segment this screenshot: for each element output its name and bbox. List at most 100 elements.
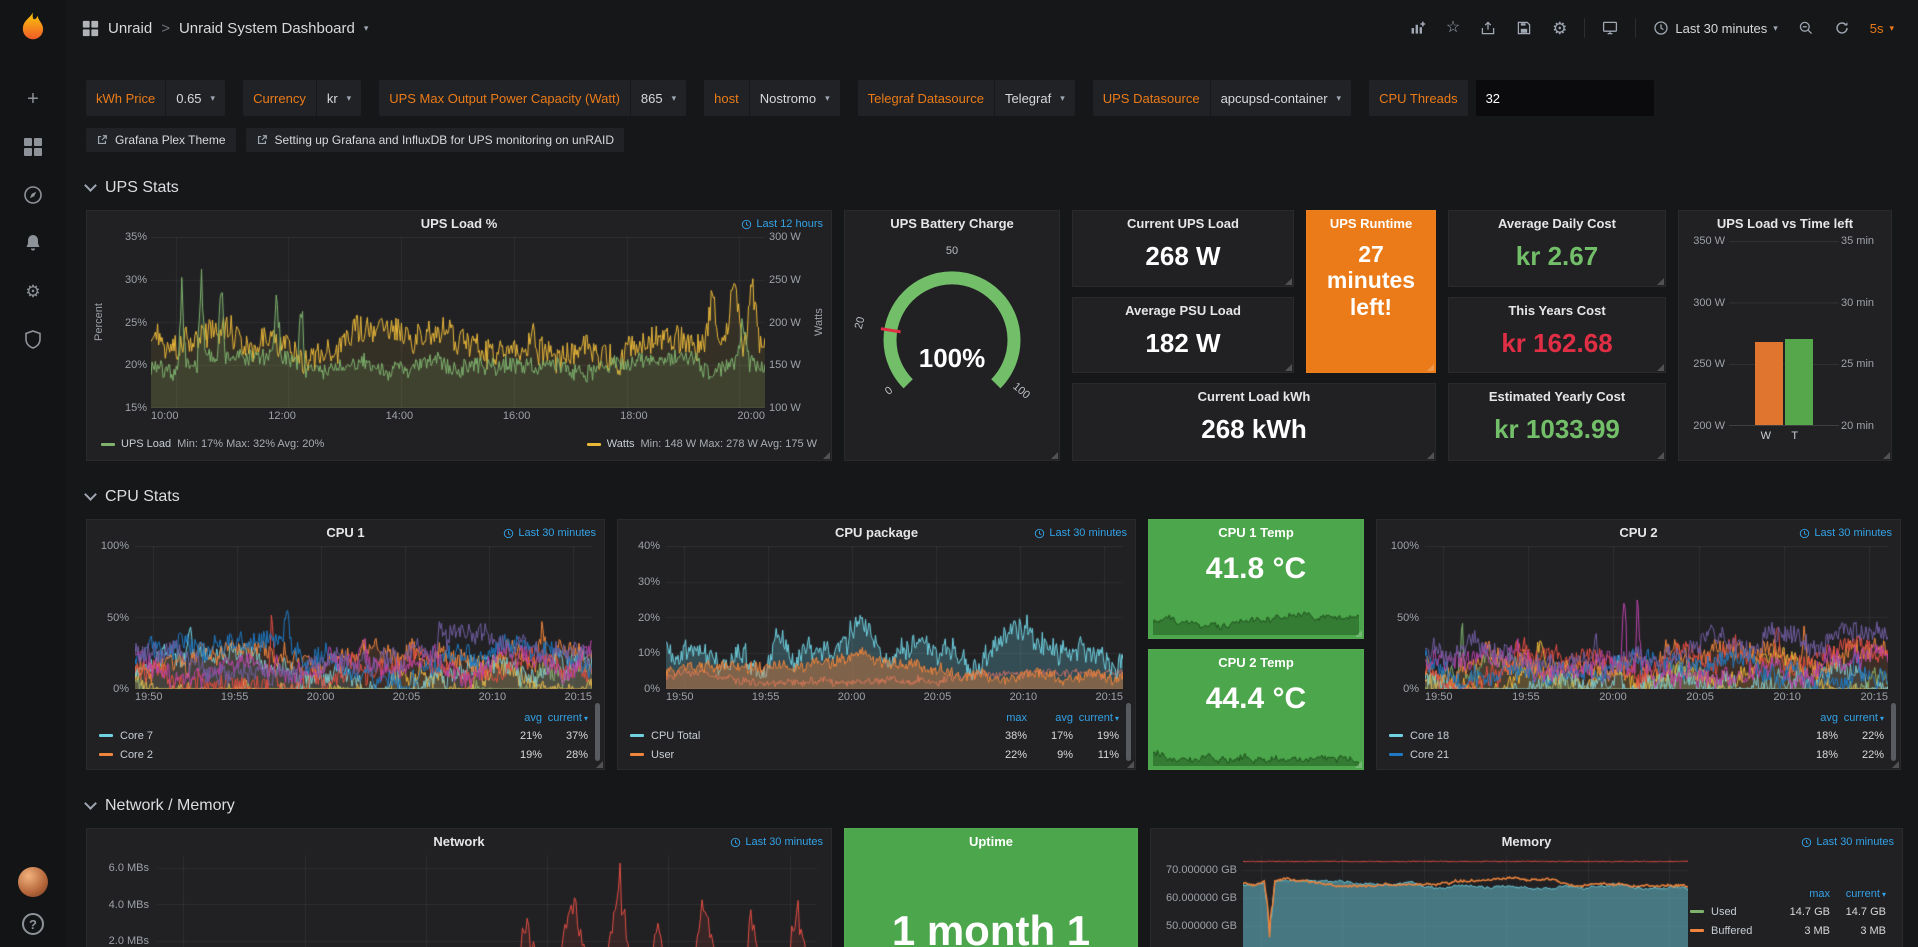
legend-item[interactable]: User22%9%11% — [630, 745, 1119, 764]
legend-scrollbar[interactable] — [1891, 703, 1896, 761]
star-button[interactable]: ☆ — [1438, 14, 1468, 42]
cpu-package-chart[interactable] — [666, 546, 1123, 689]
dashboards-icon[interactable] — [11, 123, 55, 171]
time-range-badge[interactable]: Last 30 minutes — [1030, 527, 1127, 539]
variable-cpu-threads[interactable]: CPU Threads — [1369, 80, 1654, 116]
legend-sort-current[interactable]: current▾ — [542, 712, 588, 724]
chevron-down-icon[interactable]: ▾ — [364, 23, 369, 34]
variable-telegraf-datasource[interactable]: Telegraf DatasourceTelegraf▾ — [858, 80, 1075, 116]
panel-title[interactable]: UPS Runtime — [1307, 211, 1435, 237]
resize-handle[interactable] — [1883, 452, 1890, 459]
panel-title[interactable]: This Years Cost — [1449, 298, 1665, 324]
time-range-badge[interactable]: Last 12 hours — [737, 218, 823, 230]
panel-title[interactable]: Average PSU Load — [1073, 298, 1293, 324]
panel-title[interactable]: CPU 2 Temp — [1149, 650, 1363, 676]
legend-item[interactable]: Used14.7 GB14.7 GB — [1690, 902, 1886, 921]
time-range-badge[interactable]: Last 30 minutes — [1797, 836, 1894, 848]
dashboard-link-grafana-plex-theme[interactable]: Grafana Plex Theme — [86, 128, 236, 152]
time-picker-button[interactable]: Last 30 minutes ▾ — [1645, 14, 1785, 42]
legend-sort-avg[interactable]: avg — [1027, 712, 1073, 724]
zoom-out-button[interactable] — [1790, 14, 1822, 42]
configuration-gear-icon[interactable]: ⚙ — [11, 267, 55, 315]
panel-title[interactable]: UPS Battery Charge — [845, 211, 1059, 237]
legend-sort-avg[interactable]: avg — [496, 712, 542, 724]
resize-handle[interactable] — [1657, 278, 1664, 285]
panel-title[interactable]: Network — [87, 829, 831, 855]
dashboard-settings-button[interactable]: ⚙ — [1544, 14, 1575, 43]
legend-item[interactable]: WattsMin: 148 W Max: 278 W Avg: 175 W — [587, 438, 817, 450]
resize-handle[interactable] — [1285, 364, 1292, 371]
breadcrumb-app[interactable]: Unraid — [108, 20, 152, 37]
variable-value[interactable]: 0.65▾ — [165, 80, 225, 116]
resize-handle[interactable] — [823, 452, 830, 459]
panel-title[interactable]: Estimated Yearly Cost — [1449, 384, 1665, 410]
resize-handle[interactable] — [1051, 452, 1058, 459]
panel-title[interactable]: Current UPS Load — [1073, 211, 1293, 237]
legend-item[interactable]: CPU Total38%17%19% — [630, 726, 1119, 745]
add-icon[interactable]: + — [11, 75, 55, 123]
breadcrumb-dashboard-title[interactable]: Unraid System Dashboard — [179, 20, 355, 37]
resize-handle[interactable] — [1892, 761, 1899, 768]
network-chart[interactable] — [157, 855, 817, 947]
cycle-view-mode-button[interactable] — [1594, 14, 1626, 42]
legend-scrollbar[interactable] — [1126, 703, 1131, 761]
time-range-badge[interactable]: Last 30 minutes — [1795, 527, 1892, 539]
alerting-bell-icon[interactable] — [11, 219, 55, 267]
resize-handle[interactable] — [1355, 630, 1362, 637]
panel-title[interactable]: Memory — [1151, 829, 1902, 855]
legend-sort-avg[interactable]: avg — [1792, 712, 1838, 724]
cpu2-chart[interactable] — [1425, 546, 1888, 689]
variable-kwh-price[interactable]: kWh Price0.65▾ — [86, 80, 225, 116]
bar-chart[interactable] — [1729, 241, 1839, 426]
legend-item[interactable]: Core 1818%22% — [1389, 726, 1884, 745]
variable-value[interactable]: Telegraf▾ — [994, 80, 1075, 116]
legend-item[interactable]: Buffered3 MB3 MB — [1690, 921, 1886, 940]
legend-item[interactable]: Core 721%37% — [99, 726, 588, 745]
variable-currency[interactable]: Currencykr▾ — [243, 80, 361, 116]
dashboard-link-ups-monitoring-guide[interactable]: Setting up Grafana and InfluxDB for UPS … — [246, 128, 625, 152]
legend-sort-max[interactable]: max — [1774, 888, 1830, 900]
legend-sort-max[interactable]: max — [981, 712, 1027, 724]
variable-host[interactable]: hostNostromo▾ — [704, 80, 839, 116]
user-avatar[interactable] — [18, 867, 48, 897]
save-button[interactable] — [1508, 14, 1540, 42]
cpu1-chart[interactable] — [135, 546, 592, 689]
time-range-badge[interactable]: Last 30 minutes — [499, 527, 596, 539]
server-admin-shield-icon[interactable] — [11, 315, 55, 363]
resize-handle[interactable] — [1355, 761, 1362, 768]
resize-handle[interactable] — [596, 761, 603, 768]
panel-title[interactable]: Uptime — [845, 829, 1137, 855]
memory-chart[interactable] — [1243, 855, 1688, 947]
bar-w[interactable] — [1755, 342, 1783, 425]
legend-item[interactable]: Core 219%28% — [99, 745, 588, 764]
share-button[interactable] — [1472, 14, 1504, 42]
variable-value[interactable]: Nostromo▾ — [749, 80, 840, 116]
variable-value[interactable]: apcupsd-container▾ — [1210, 80, 1352, 116]
legend-sort-current[interactable]: current▾ — [1830, 888, 1886, 900]
resize-handle[interactable] — [1285, 278, 1292, 285]
legend-item[interactable]: UPS LoadMin: 17% Max: 32% Avg: 20% — [101, 438, 324, 450]
legend-sort-current[interactable]: current▾ — [1073, 712, 1119, 724]
ups-load-chart[interactable] — [151, 237, 765, 408]
resize-handle[interactable] — [1657, 452, 1664, 459]
row-header-network-memory[interactable]: Network / Memory — [86, 794, 1904, 818]
panel-title[interactable]: Current Load kWh — [1073, 384, 1435, 410]
panel-title[interactable]: CPU 1 Temp — [1149, 520, 1363, 546]
variable-ups-max-output-power-capacity-watt[interactable]: UPS Max Output Power Capacity (Watt)865▾ — [379, 80, 686, 116]
explore-compass-icon[interactable] — [11, 171, 55, 219]
help-icon[interactable]: ? — [22, 913, 44, 935]
panel-title[interactable]: UPS Load vs Time left — [1679, 211, 1891, 237]
resize-handle[interactable] — [1657, 364, 1664, 371]
resize-handle[interactable] — [1127, 761, 1134, 768]
row-header-cpu-stats[interactable]: CPU Stats — [86, 485, 1904, 509]
refresh-button[interactable] — [1826, 14, 1858, 42]
row-header-ups-stats[interactable]: UPS Stats — [86, 176, 1904, 200]
legend-sort-current[interactable]: current▾ — [1838, 712, 1884, 724]
panel-title[interactable]: Average Daily Cost — [1449, 211, 1665, 237]
time-range-badge[interactable]: Last 30 minutes — [726, 836, 823, 848]
resize-handle[interactable] — [1427, 452, 1434, 459]
variable-value[interactable]: 865▾ — [630, 80, 686, 116]
resize-handle[interactable] — [1427, 364, 1434, 371]
panel-title[interactable]: UPS Load % — [87, 211, 831, 237]
grafana-logo-icon[interactable] — [15, 10, 51, 51]
